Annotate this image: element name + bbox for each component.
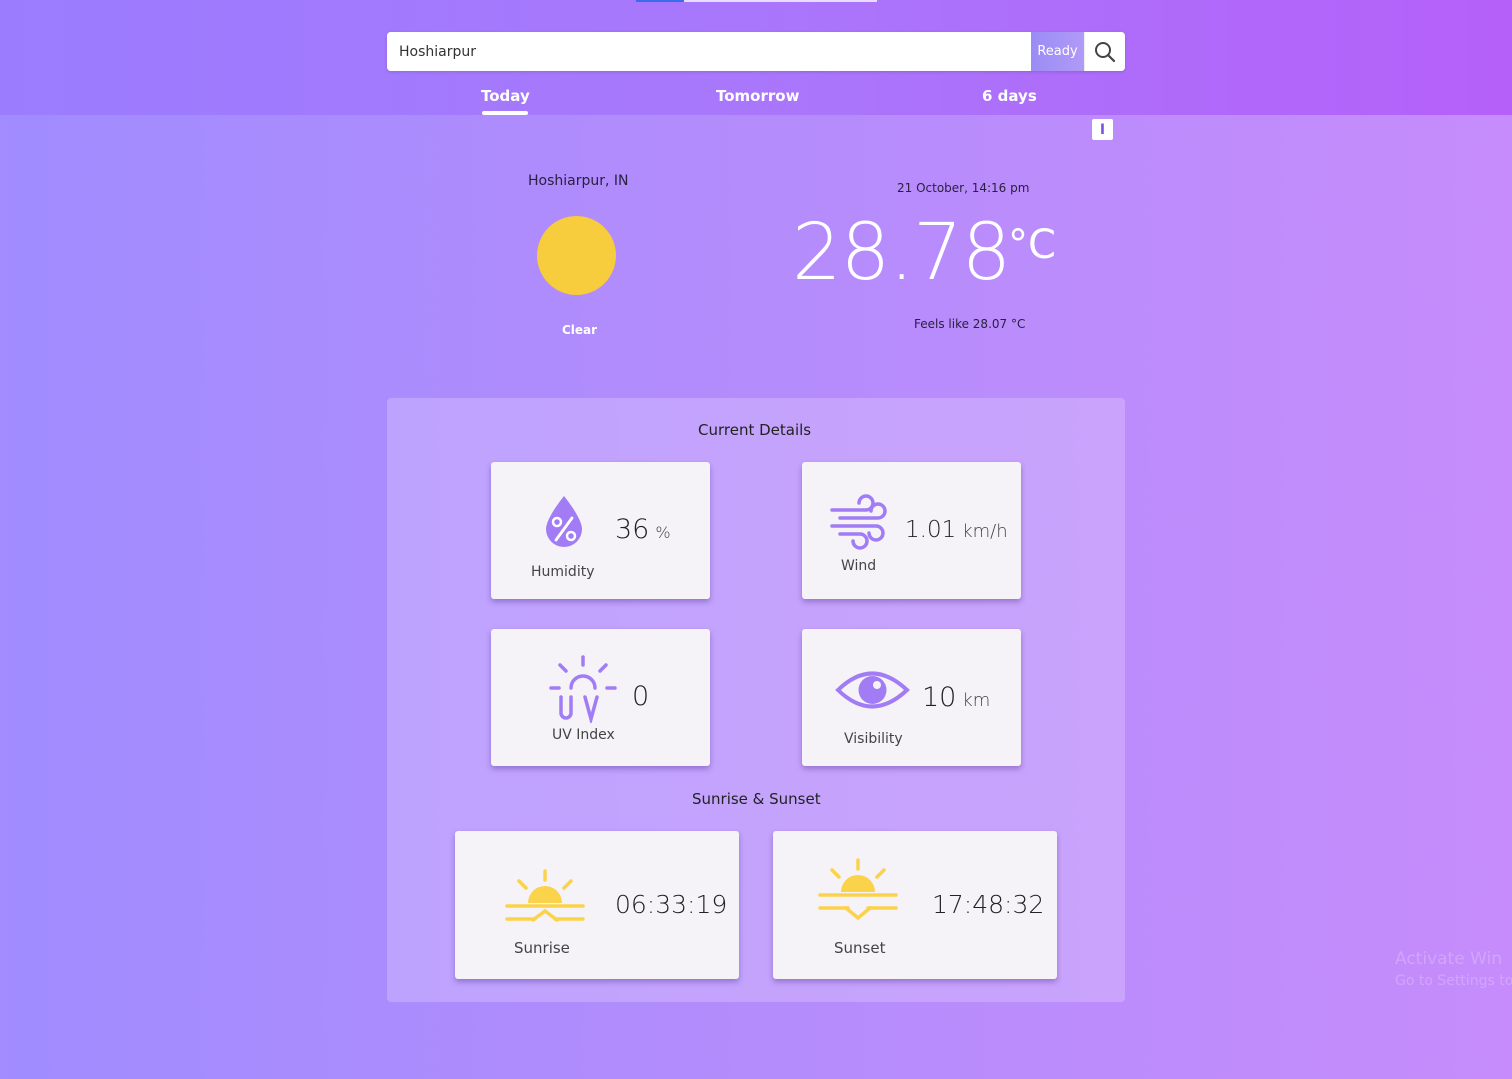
humidity-drop-icon	[546, 496, 582, 547]
uv-index-icon	[549, 655, 617, 723]
humidity-unit: %	[655, 523, 671, 542]
wind-icon	[830, 494, 887, 550]
search-icon	[1095, 41, 1116, 62]
humidity-value: 36	[615, 514, 650, 545]
top-accent-line	[636, 0, 684, 2]
uv-index-label: UV Index	[552, 727, 615, 743]
search-bar: Ready	[387, 32, 1125, 71]
uv-index-card: 0 UV Index	[491, 629, 710, 766]
search-input[interactable]	[387, 32, 1031, 71]
feels-like-label: Feels like 28.07 °C	[914, 317, 1026, 331]
activation-watermark: Activate Win Go to Settings to	[1395, 948, 1512, 992]
sun-icon	[537, 216, 616, 295]
sunset-card: 17:48:32 Sunset	[773, 831, 1057, 979]
wind-unit: km/h	[962, 521, 1008, 542]
tab-today[interactable]: Today	[481, 87, 530, 105]
info-button[interactable]: I	[1092, 119, 1113, 140]
uv-index-value: 0	[632, 681, 650, 712]
tab-6-days[interactable]: 6 days	[982, 87, 1037, 105]
current-details-title: Current Details	[698, 421, 812, 439]
datetime-label: 21 October, 14:16 pm	[897, 181, 1030, 195]
temperature-value: 28.78	[792, 208, 1011, 298]
tab-tomorrow[interactable]: Tomorrow	[716, 87, 799, 105]
location-label: Hoshiarpur, IN	[528, 173, 629, 189]
sunset-label: Sunset	[834, 939, 886, 957]
visibility-value: 10	[922, 682, 957, 713]
humidity-card: 36% Humidity	[491, 462, 710, 599]
search-button[interactable]	[1084, 32, 1125, 71]
wind-value: 1.01	[905, 517, 957, 543]
visibility-label: Visibility	[844, 731, 903, 747]
wind-label: Wind	[841, 558, 877, 574]
wind-card: 1.01 km/h Wind	[802, 462, 1021, 599]
humidity-label: Humidity	[531, 564, 595, 580]
visibility-card: 10 km Visibility	[802, 629, 1021, 766]
sunrise-label: Sunrise	[514, 939, 570, 957]
condition-label: Clear	[562, 323, 598, 337]
sunset-icon	[818, 858, 898, 921]
sunrise-card: 06:33:19 Sunrise	[455, 831, 739, 979]
sunset-value: 17:48:32	[932, 890, 1045, 919]
sunrise-sunset-title: Sunrise & Sunset	[692, 790, 821, 808]
temperature-unit: °C	[1008, 222, 1056, 268]
visibility-unit: km	[962, 690, 991, 711]
watermark-line-1: Activate Win	[1395, 949, 1503, 969]
ready-status-button[interactable]: Ready	[1031, 32, 1084, 71]
watermark-line-2: Go to Settings to	[1395, 973, 1512, 989]
tab-today-underline	[482, 111, 528, 115]
eye-icon	[835, 671, 910, 709]
top-accent-line-light	[684, 0, 877, 2]
sunrise-value: 06:33:19	[615, 890, 728, 919]
sunrise-icon	[505, 869, 585, 922]
